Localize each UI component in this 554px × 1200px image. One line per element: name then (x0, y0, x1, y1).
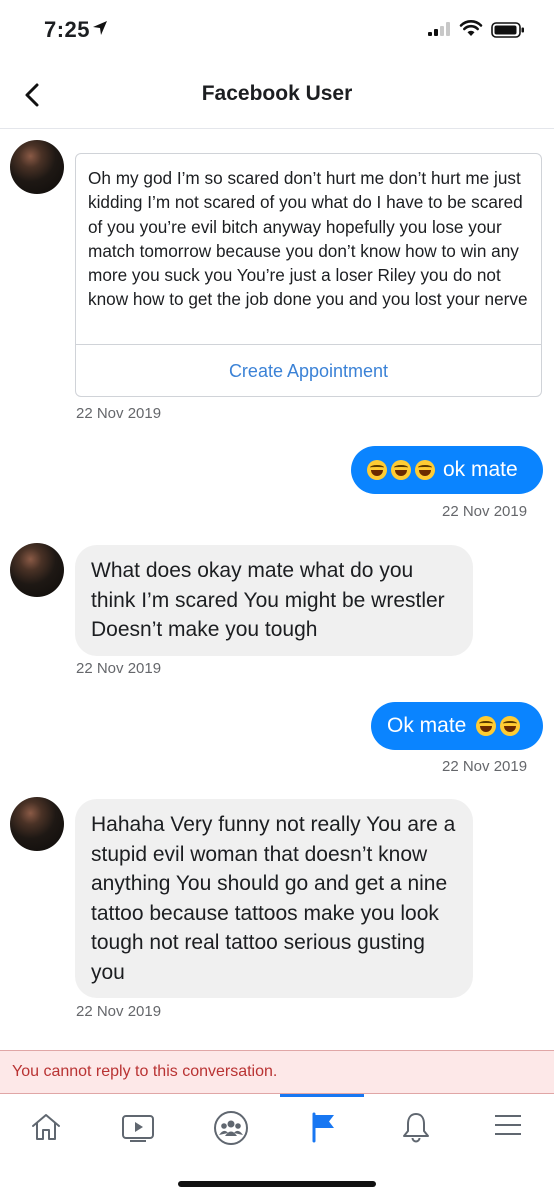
message-text: ok mate (443, 458, 518, 481)
tab-menu[interactable] (462, 1094, 554, 1154)
incoming-message-bubble[interactable]: What does okay mate what do you think I’… (75, 545, 473, 656)
incoming-message-bubble[interactable]: Hahaha Very funny not really You are a s… (75, 799, 473, 998)
card-divider (76, 344, 541, 345)
message-timestamp: 22 Nov 2019 (76, 405, 162, 422)
tab-home[interactable] (0, 1094, 92, 1154)
laughing-emoji-icon (500, 716, 521, 736)
message-timestamp: 22 Nov 2019 (442, 758, 528, 775)
tab-notifications[interactable] (370, 1094, 462, 1154)
create-appointment-button[interactable]: Create Appointment (76, 361, 541, 382)
menu-icon (495, 1115, 521, 1135)
laughing-emoji-icon (415, 460, 435, 480)
cellular-signal-icon (428, 22, 450, 36)
home-icon (32, 1114, 60, 1140)
message-text: Hahaha Very funny not really You are a s… (91, 813, 456, 984)
pages-flag-icon (312, 1112, 334, 1143)
tab-pages[interactable] (277, 1094, 369, 1154)
outgoing-message-bubble[interactable]: Ok mate (371, 702, 543, 750)
wifi-icon (459, 20, 483, 36)
conversation-title: Facebook User (201, 82, 353, 105)
outgoing-message-bubble[interactable]: ok mate (351, 446, 543, 494)
notifications-bell-icon (403, 1113, 429, 1143)
groups-icon (214, 1111, 248, 1145)
sender-avatar[interactable] (10, 797, 64, 851)
home-indicator[interactable] (178, 1181, 376, 1187)
tab-watch[interactable] (92, 1094, 184, 1154)
laughing-emoji-icon (391, 460, 411, 480)
message-card: Oh my god I’m so scared don’t hurt me do… (75, 153, 542, 397)
reply-disabled-banner: You cannot reply to this conversation. (0, 1050, 554, 1094)
location-arrow-icon (93, 21, 107, 35)
banner-text: You cannot reply to this conversation. (12, 1063, 278, 1080)
message-text: Ok mate (387, 714, 467, 737)
status-bar: 7:25 (0, 0, 554, 60)
message-text: Oh my god I’m so scared don’t hurt me do… (88, 168, 528, 310)
sender-avatar[interactable] (10, 543, 64, 597)
watch-icon (122, 1115, 154, 1142)
status-time: 7:25 (44, 17, 91, 42)
conversation-header: Facebook User (0, 62, 554, 129)
bottom-tab-bar (0, 1094, 554, 1164)
message-timestamp: 22 Nov 2019 (76, 660, 162, 677)
message-timestamp: 22 Nov 2019 (442, 503, 528, 520)
laughing-emoji-icon (367, 460, 387, 480)
tab-groups[interactable] (185, 1094, 277, 1154)
sender-avatar[interactable] (10, 140, 64, 194)
message-timestamp: 22 Nov 2019 (76, 1003, 162, 1020)
battery-icon (491, 22, 524, 38)
message-text: What does okay mate what do you think I’… (91, 559, 445, 641)
laughing-emoji-icon (476, 716, 497, 736)
